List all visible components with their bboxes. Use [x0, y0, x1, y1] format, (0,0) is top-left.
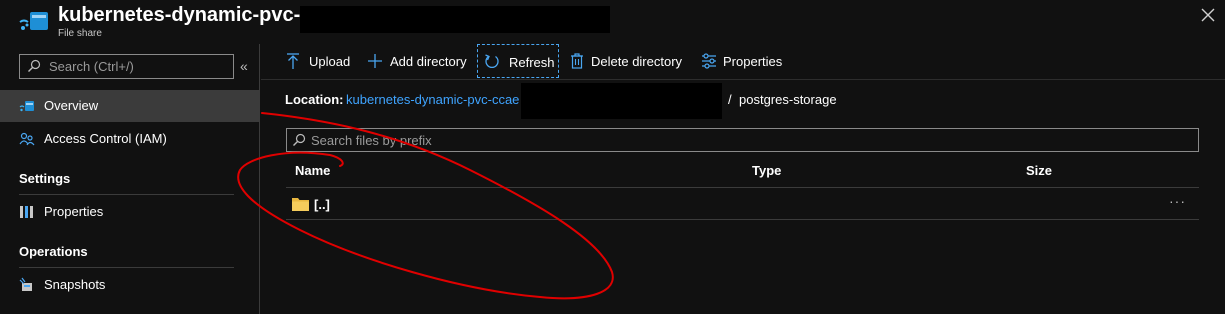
add-directory-label: Add directory: [390, 54, 467, 69]
blade-header: kubernetes-dynamic-pvc-ccae File share: [0, 0, 1225, 44]
search-icon: [28, 59, 41, 72]
add-directory-button[interactable]: Add directory: [361, 44, 473, 78]
file-share-icon: [19, 101, 34, 112]
sidebar-item-label: Properties: [44, 204, 104, 219]
command-bar: Upload Add directory Refresh Delete dire…: [261, 44, 1225, 80]
file-prefix-search-placeholder: Search files by prefix: [311, 133, 432, 148]
sidebar-item-access-control[interactable]: Access Control (IAM): [0, 123, 259, 155]
collapse-sidebar-button[interactable]: «: [240, 58, 248, 74]
sidebar-item-overview[interactable]: Overview: [0, 90, 259, 122]
divider: [286, 219, 1199, 220]
sidebar-search-input[interactable]: Search (Ctrl+/): [19, 54, 234, 79]
properties-label: Properties: [723, 54, 783, 69]
sidebar-search-placeholder: Search (Ctrl+/): [49, 59, 134, 74]
page-subtitle: File share: [58, 28, 102, 39]
location-share-link[interactable]: kubernetes-dynamic-pvc-ccae: [346, 92, 519, 107]
divider: [261, 79, 1225, 80]
folder-icon: [292, 198, 309, 211]
snapshots-icon: [19, 277, 32, 291]
upload-label: Upload: [309, 54, 351, 69]
redaction-bar: [300, 6, 610, 33]
section-heading-operations: Operations: [19, 244, 88, 259]
sidebar-item-label: Access Control (IAM): [44, 131, 167, 146]
close-icon[interactable]: [1198, 5, 1218, 25]
delete-directory-button[interactable]: Delete directory: [563, 44, 691, 78]
storage-file-share-icon: [19, 12, 48, 30]
search-icon: [293, 133, 306, 146]
settings-sliders-icon: [702, 53, 716, 69]
trash-icon: [571, 53, 583, 69]
location-separator: /: [728, 92, 732, 107]
file-prefix-search-input[interactable]: Search files by prefix: [286, 128, 1199, 152]
column-header-type[interactable]: Type: [752, 163, 781, 178]
location-path: postgres-storage: [739, 92, 837, 107]
upload-icon: [287, 53, 299, 69]
sidebar: Search (Ctrl+/) « Overview Access Contro…: [0, 44, 260, 314]
row-name: [..]: [314, 197, 330, 212]
people-icon: [19, 132, 35, 146]
properties-button[interactable]: Properties: [695, 44, 791, 78]
plus-icon: [368, 54, 382, 68]
upload-button[interactable]: Upload: [279, 44, 359, 78]
column-header-size[interactable]: Size: [1026, 163, 1052, 178]
more-options-button[interactable]: ···: [1169, 193, 1186, 209]
sidebar-item-properties[interactable]: Properties: [0, 196, 259, 228]
sidebar-item-label: Overview: [44, 98, 99, 113]
refresh-label: Refresh: [509, 55, 555, 70]
delete-directory-label: Delete directory: [591, 54, 683, 69]
refresh-button[interactable]: Refresh: [477, 44, 559, 78]
column-header-name[interactable]: Name: [295, 163, 330, 178]
redaction-bar: [521, 83, 722, 119]
divider: [19, 194, 234, 195]
refresh-icon: [485, 54, 499, 68]
sidebar-item-snapshots[interactable]: Snapshots: [0, 269, 259, 301]
table-row[interactable]: [..] ···: [286, 188, 1199, 219]
location-label: Location:: [285, 92, 344, 107]
divider: [19, 267, 234, 268]
sidebar-item-label: Snapshots: [44, 277, 106, 292]
properties-icon: [20, 206, 33, 218]
section-heading-settings: Settings: [19, 171, 71, 186]
